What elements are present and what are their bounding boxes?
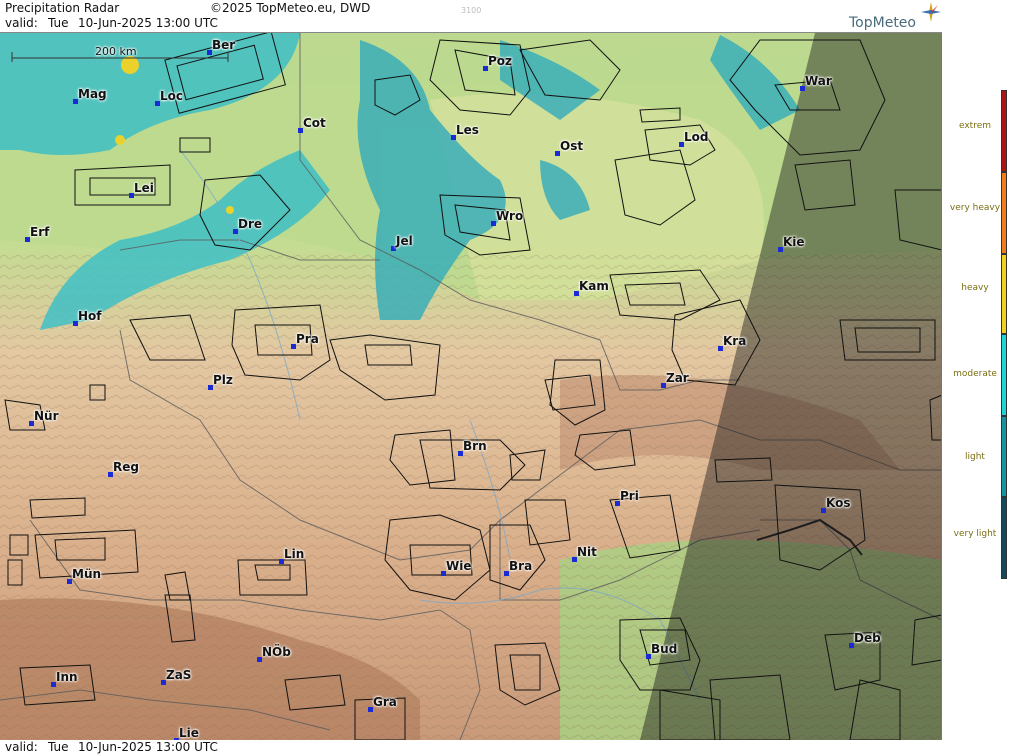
legend-label: extrem: [958, 121, 992, 131]
city-label: Bud: [651, 642, 678, 656]
city-label: Bra: [509, 559, 533, 573]
city-label: Cot: [303, 116, 326, 130]
city-label: Kos: [826, 496, 851, 510]
legend-label: heavy: [961, 283, 989, 293]
valid-date: 10-Jun-2025 13:00 UTC: [78, 16, 218, 30]
city-label: Loc: [160, 89, 184, 103]
city-label: Reg: [113, 460, 139, 474]
city-label: Les: [456, 123, 479, 137]
legend-label: very light: [953, 529, 997, 539]
city-label: Pri: [620, 489, 639, 503]
city-label: Poz: [488, 54, 513, 68]
city-label: Jel: [396, 234, 413, 248]
city-label: Kie: [783, 235, 805, 249]
city-label: Brn: [463, 439, 487, 453]
city-label: War: [805, 74, 832, 88]
map-title: Precipitation Radar: [5, 1, 120, 15]
city-label: Ber: [212, 38, 236, 52]
legend-swatch: [1001, 254, 1007, 334]
valid-day: Tue: [48, 16, 69, 30]
city-label: Pra: [296, 332, 319, 346]
city-label: Lod: [684, 130, 709, 144]
header-bar: Precipitation Radar ©2025 TopMeteo.eu, D…: [0, 0, 942, 33]
city-label: Hof: [78, 309, 102, 323]
city-label: Inn: [56, 670, 78, 684]
city-label: Dre: [238, 217, 263, 231]
footer-valid-day: Tue: [48, 740, 69, 754]
city-label: Mag: [78, 87, 107, 101]
logo-text: TopMeteo: [849, 15, 916, 31]
scale-label: 200 km: [95, 45, 137, 58]
city-label: Nit: [577, 545, 597, 559]
map-canvas: [0, 33, 941, 740]
city-label: ZaS: [166, 668, 192, 682]
city-label: Lei: [134, 181, 154, 195]
footer-bar: valid: Tue 10-Jun-2025 13:00 UTC: [0, 740, 942, 754]
city-label: Gra: [373, 695, 397, 709]
city-label: Plz: [213, 373, 233, 387]
city-label: Lin: [284, 547, 305, 561]
compass-logo-icon: [921, 2, 941, 22]
footer-valid-date: 10-Jun-2025 13:00 UTC: [78, 740, 218, 754]
city-label: Nür: [34, 409, 59, 423]
city-label: Kra: [723, 334, 747, 348]
legend-label: very heavy: [949, 203, 1001, 213]
city-label: Deb: [854, 631, 881, 645]
legend-label: moderate: [953, 369, 997, 379]
city-label: Wie: [446, 559, 472, 573]
legend-swatch: [1001, 172, 1007, 254]
faint-code: 3100: [461, 6, 482, 15]
legend-swatch: [1001, 90, 1007, 172]
city-label: Lie: [179, 726, 199, 740]
city-label: Wro: [496, 209, 524, 223]
city-label: Mün: [72, 567, 102, 581]
radar-map[interactable]: 200 km Ber Poz War Mag Loc Cot Les Ost Lod Lei Dre…: [0, 33, 942, 740]
city-label: NÖb: [262, 645, 291, 659]
copyright-text: ©2025 TopMeteo.eu, DWD: [210, 1, 371, 15]
city-label: Ost: [560, 139, 584, 153]
city-label: Zar: [666, 371, 689, 385]
footer-valid-label: valid:: [5, 740, 38, 754]
city-label: Kam: [579, 279, 609, 293]
valid-label: valid:: [5, 16, 38, 30]
legend-label: light: [965, 452, 985, 462]
city-label: Erf: [30, 225, 50, 239]
